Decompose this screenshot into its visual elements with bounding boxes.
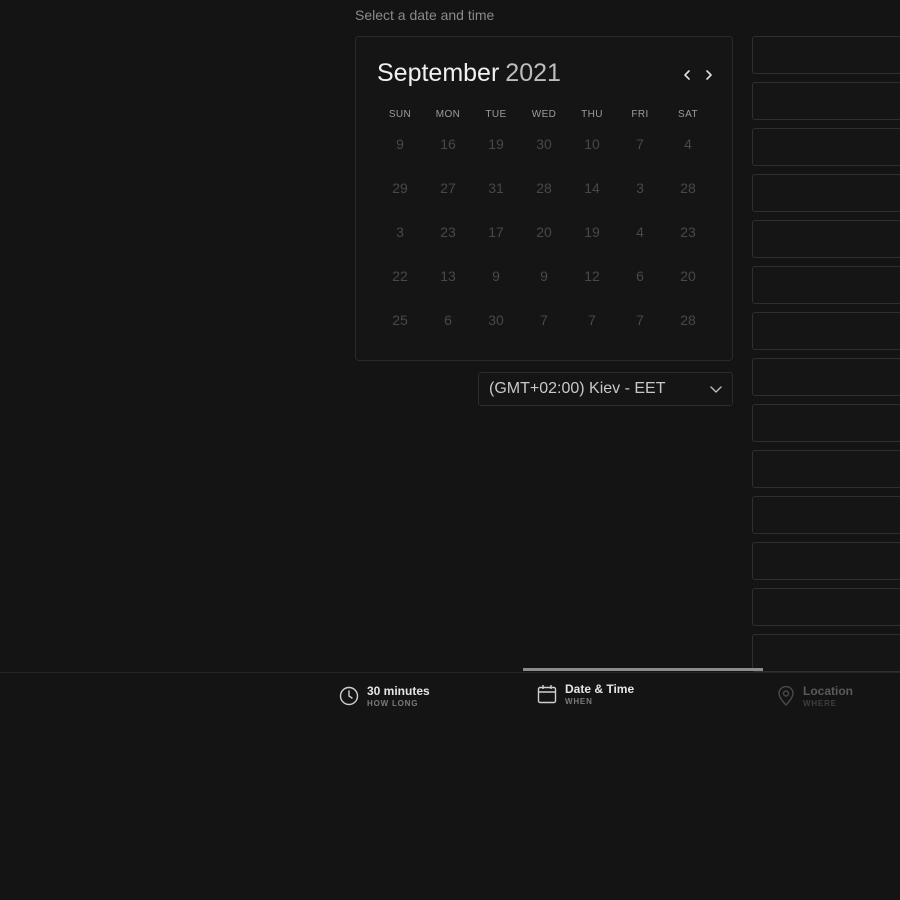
calendar-day: 7 [636, 136, 644, 152]
clock-icon [339, 686, 359, 706]
time-slot[interactable] [752, 496, 900, 534]
weekday-label: SUN [388, 109, 412, 120]
weekday-label: THU [581, 109, 603, 120]
footer-divider [0, 672, 900, 673]
weekday-label: WED [531, 109, 557, 120]
calendar-day: 9 [396, 136, 404, 152]
step-location-label: Location [803, 684, 853, 698]
calendar-day: 12 [584, 268, 600, 284]
calendar-day: 3 [396, 224, 404, 240]
time-slot[interactable] [752, 36, 900, 74]
weekday-label: TUE [485, 109, 507, 120]
step-duration[interactable]: 30 minutes HOW LONG [339, 684, 430, 708]
calendar-day: 3 [636, 180, 644, 196]
timezone-select[interactable]: (GMT+02:00) Kiev - EET [478, 372, 733, 406]
time-slot[interactable] [752, 220, 900, 258]
time-slot[interactable] [752, 82, 900, 120]
calendar-day: 19 [488, 136, 504, 152]
calendar-icon [537, 684, 557, 704]
calendar-day: 29 [392, 180, 408, 196]
step-duration-sublabel: HOW LONG [367, 699, 419, 708]
calendar-day: 28 [680, 180, 696, 196]
calendar-day: 4 [636, 224, 644, 240]
calendar-month-year: September 2021 [377, 59, 561, 88]
calendar-day: 6 [636, 268, 644, 284]
chevron-down-icon [710, 386, 722, 393]
calendar-day: 7 [588, 312, 596, 328]
calendar-day: 28 [536, 180, 552, 196]
weekday-header: SUN MON TUE WED THU FRI SAT [376, 109, 712, 120]
calendar-day: 10 [584, 136, 600, 152]
calendar-day: 7 [636, 312, 644, 328]
calendar-day: 16 [440, 136, 456, 152]
calendar-day: 19 [584, 224, 600, 240]
calendar-day: 7 [540, 312, 548, 328]
calendar-day: 27 [440, 180, 456, 196]
calendar-day: 9 [492, 268, 500, 284]
calendar-day: 14 [584, 180, 600, 196]
active-step-indicator [523, 668, 763, 671]
calendar-day: 4 [684, 136, 692, 152]
location-pin-icon [777, 686, 795, 706]
previous-month-button[interactable] [678, 65, 696, 85]
chevron-right-icon [706, 70, 712, 80]
calendar-day: 25 [392, 312, 408, 328]
time-slot[interactable] [752, 266, 900, 304]
time-slot[interactable] [752, 358, 900, 396]
weekday-label: MON [435, 109, 461, 120]
page-subtitle: Select a date and time [355, 7, 495, 23]
calendar-day: 20 [680, 268, 696, 284]
step-date-sublabel: WHEN [565, 697, 593, 706]
step-date-label: Date & Time [565, 682, 635, 696]
calendar-day-grid: 9 16 19 30 10 7 4 29 27 31 28 14 3 28 3 … [376, 134, 712, 354]
calendar-month: September [377, 59, 500, 87]
timezone-value: (GMT+02:00) Kiev - EET [489, 380, 666, 397]
step-location[interactable]: Location WHERE [777, 684, 853, 708]
calendar-day: 30 [488, 312, 504, 328]
calendar-day: 17 [488, 224, 504, 240]
calendar-day: 6 [444, 312, 452, 328]
time-slot[interactable] [752, 634, 900, 672]
weekday-label: FRI [631, 109, 649, 120]
time-slot[interactable] [752, 174, 900, 212]
next-month-button[interactable] [700, 65, 718, 85]
calendar-day: 30 [536, 136, 552, 152]
time-slot-list [752, 36, 900, 680]
time-slot[interactable] [752, 450, 900, 488]
step-duration-label: 30 minutes [367, 684, 430, 698]
step-location-sublabel: WHERE [803, 699, 837, 708]
time-slot[interactable] [752, 588, 900, 626]
time-slot[interactable] [752, 312, 900, 350]
time-slot[interactable] [752, 542, 900, 580]
weekday-label: SAT [678, 109, 698, 120]
step-date-time[interactable]: Date & Time WHEN [537, 682, 634, 706]
calendar-day: 31 [488, 180, 504, 196]
calendar-day: 23 [440, 224, 456, 240]
calendar-day: 13 [440, 268, 456, 284]
calendar-day: 22 [392, 268, 408, 284]
calendar-day: 9 [540, 268, 548, 284]
chevron-left-icon [684, 70, 690, 80]
calendar-day: 23 [680, 224, 696, 240]
time-slot[interactable] [752, 128, 900, 166]
calendar-year: 2021 [505, 59, 561, 87]
calendar-day: 28 [680, 312, 696, 328]
calendar-day: 20 [536, 224, 552, 240]
calendar: September 2021 SUN MON TUE WED THU FRI SA… [355, 36, 733, 361]
time-slot[interactable] [752, 404, 900, 442]
